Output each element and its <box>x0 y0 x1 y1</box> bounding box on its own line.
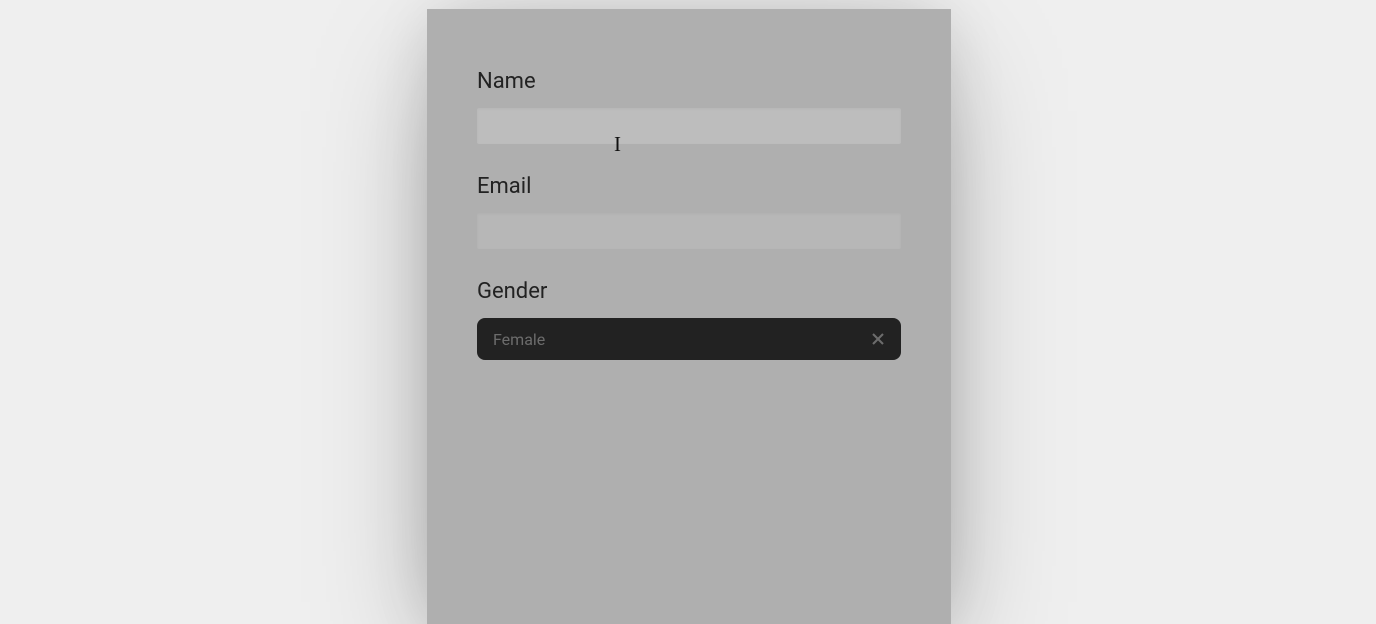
email-field: Email <box>477 174 901 249</box>
name-input[interactable] <box>477 108 901 144</box>
name-field: Name <box>477 69 901 144</box>
gender-field: Gender Female <box>477 279 901 360</box>
close-icon[interactable] <box>871 332 885 346</box>
email-input[interactable] <box>477 213 901 249</box>
gender-label: Gender <box>477 279 901 304</box>
name-label: Name <box>477 69 901 94</box>
email-label: Email <box>477 174 901 199</box>
gender-selected-value: Female <box>493 330 545 349</box>
gender-select[interactable]: Female <box>477 318 901 360</box>
form-card: Name Email Gender Female <box>427 9 951 624</box>
